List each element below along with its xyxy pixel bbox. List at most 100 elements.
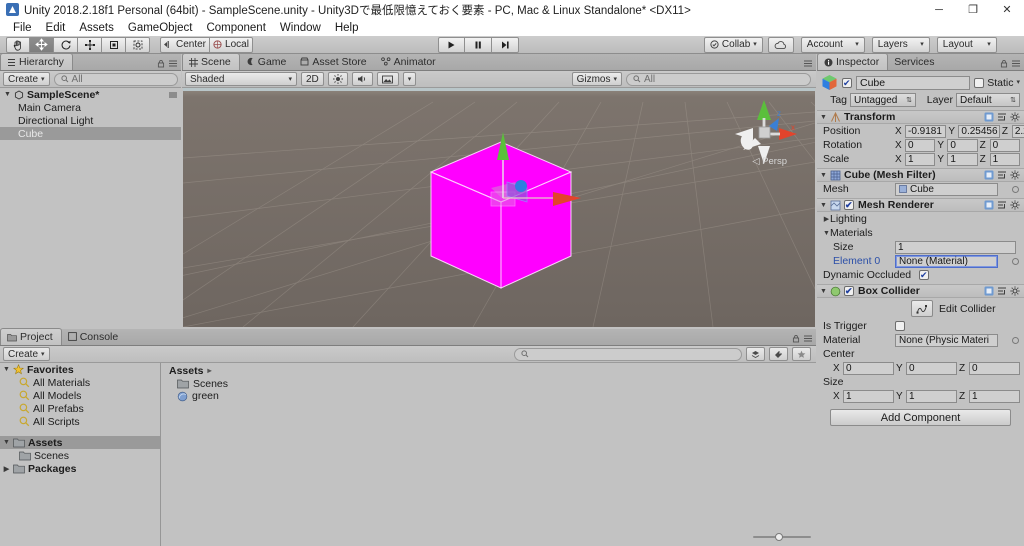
slider-knob[interactable] [775, 533, 783, 541]
tab-services[interactable]: Services [888, 53, 942, 70]
rect-tool-button[interactable] [102, 36, 126, 53]
project-create-button[interactable]: Create ▾ [3, 347, 50, 361]
toggle-2d-button[interactable]: 2D [301, 72, 324, 86]
center-z-input[interactable]: 0 [969, 361, 1020, 375]
scene-audio-toggle[interactable] [351, 72, 373, 86]
move-tool-button[interactable] [30, 36, 54, 53]
layer-dropdown[interactable]: Default ⇅ [956, 93, 1020, 107]
favorites-filter-button[interactable] [792, 347, 811, 361]
menu-component[interactable]: Component [199, 21, 272, 35]
hierarchy-item-directional-light[interactable]: Directional Light [0, 114, 181, 127]
scene-projection-label[interactable]: ◁ Persp [752, 156, 787, 167]
is-trigger-checkbox[interactable] [895, 321, 905, 331]
mesh-renderer-enabled-checkbox[interactable] [844, 199, 854, 211]
tab-project[interactable]: Project [0, 328, 62, 345]
add-component-button[interactable]: Add Component [830, 409, 1011, 426]
step-button[interactable] [491, 36, 519, 53]
rotation-z-input[interactable]: 0 [989, 138, 1020, 152]
scale-x-input[interactable]: 1 [905, 152, 936, 166]
cloud-button[interactable] [767, 36, 794, 53]
filter-by-type-button[interactable] [746, 347, 765, 361]
hierarchy-scene-row[interactable]: ▼ SampleScene* [0, 88, 181, 101]
layout-button[interactable]: Layout ▾ [936, 36, 997, 53]
tree-item-assets[interactable]: ▼ Assets [0, 436, 160, 449]
mesh-filter-expand-icon[interactable]: ▼ [820, 172, 827, 179]
menu-assets[interactable]: Assets [72, 21, 121, 35]
mesh-renderer-lighting-row[interactable]: ▶ Lighting [817, 212, 1024, 226]
object-name-input[interactable]: Cube [856, 75, 971, 90]
pause-button[interactable] [464, 36, 492, 53]
tree-item-favorites[interactable]: ▼ Favorites [0, 363, 160, 376]
mesh-renderer-expand-icon[interactable]: ▼ [820, 202, 827, 209]
component-header-mesh-renderer[interactable]: ▼ Mesh Renderer [817, 198, 1024, 212]
hierarchy-search-input[interactable]: All [53, 72, 178, 86]
position-z-input[interactable]: 2.27240 [1011, 124, 1024, 138]
tree-item-all-materials[interactable]: All Materials [0, 376, 160, 389]
breadcrumb-assets[interactable]: Assets [169, 365, 203, 377]
filter-by-label-button[interactable] [769, 347, 788, 361]
box-collider-expand-icon[interactable]: ▼ [820, 288, 827, 295]
draw-mode-dropdown[interactable]: Shaded ▾ [185, 72, 297, 86]
menu-file[interactable]: File [6, 21, 39, 35]
transform-tool-button[interactable] [126, 36, 150, 53]
close-button[interactable]: ✕ [990, 0, 1024, 19]
tab-console[interactable]: Console [62, 328, 127, 345]
element0-object-field[interactable]: None (Material) [895, 254, 998, 268]
asset-item-scenes[interactable]: Scenes [162, 378, 816, 390]
scale-tool-button[interactable] [78, 36, 102, 53]
scale-y-input[interactable]: 1 [947, 152, 978, 166]
hierarchy-item-main-camera[interactable]: Main Camera [0, 101, 181, 114]
hand-tool-button[interactable] [6, 36, 30, 53]
dynamic-occluded-checkbox[interactable] [919, 269, 929, 281]
hierarchy-item-cube[interactable]: Cube [0, 127, 181, 140]
play-button[interactable] [437, 36, 465, 53]
scene-fx-dropdown[interactable]: ▾ [402, 72, 417, 86]
maximize-restore-button[interactable]: ❐ [956, 0, 990, 19]
materials-size-input[interactable]: 1 [895, 240, 1016, 254]
position-y-input[interactable]: 0.25456 [958, 124, 1000, 138]
lighting-expand-icon[interactable]: ▶ [823, 215, 830, 223]
component-header-mesh-filter[interactable]: ▼ Cube (Mesh Filter) [817, 168, 1024, 182]
tab-game[interactable]: Game [240, 53, 295, 70]
component-header-transform[interactable]: ▼ Transform [817, 110, 1024, 124]
scene-cube-object[interactable] [403, 116, 603, 306]
favorites-expand-icon[interactable]: ▼ [3, 366, 10, 373]
asset-item-green[interactable]: green [162, 390, 816, 402]
element0-picker-icon[interactable] [1012, 257, 1019, 265]
static-toggle[interactable]: Static ▾ [974, 77, 1020, 89]
packages-expand-icon[interactable]: ▶ [3, 465, 10, 473]
scene-fx-toggle[interactable] [376, 72, 399, 86]
scale-z-input[interactable]: 1 [989, 152, 1020, 166]
minimize-button[interactable]: ─ [922, 0, 956, 19]
object-enabled-checkbox[interactable] [842, 77, 852, 89]
tree-item-packages[interactable]: ▶ Packages [0, 462, 160, 475]
rotation-x-input[interactable]: 0 [905, 138, 936, 152]
menu-edit[interactable]: Edit [39, 21, 73, 35]
project-search-input[interactable] [514, 347, 742, 361]
account-button[interactable]: Account ▾ [800, 36, 865, 53]
box-collider-enabled-checkbox[interactable] [844, 285, 854, 297]
hierarchy-create-button[interactable]: Create ▾ [3, 72, 50, 86]
layers-button[interactable]: Layers ▾ [871, 36, 930, 53]
component-header-box-collider[interactable]: ▼ Box Collider [817, 284, 1024, 298]
asset-size-slider[interactable] [753, 531, 811, 543]
size-x-input[interactable]: 1 [843, 389, 894, 403]
edit-collider-button[interactable] [911, 300, 933, 317]
tree-item-scenes[interactable]: Scenes [0, 449, 160, 462]
center-y-input[interactable]: 0 [906, 361, 957, 375]
tag-dropdown[interactable]: Untagged ⇅ [850, 93, 916, 107]
tab-scene[interactable]: Scene [182, 53, 240, 70]
scene-search-input[interactable]: All [626, 72, 811, 86]
gizmos-dropdown[interactable]: Gizmos ▾ [571, 72, 622, 86]
center-x-input[interactable]: 0 [843, 361, 894, 375]
tree-item-all-models[interactable]: All Models [0, 389, 160, 402]
menu-window[interactable]: Window [273, 21, 328, 35]
mesh-picker-icon[interactable] [1012, 185, 1019, 193]
scene-lighting-toggle[interactable] [327, 72, 348, 86]
collab-button[interactable]: Collab ▾ [703, 36, 763, 53]
tree-item-all-prefabs[interactable]: All Prefabs [0, 402, 160, 415]
rotate-tool-button[interactable] [54, 36, 78, 53]
pivot-mode-button[interactable]: Center [160, 36, 211, 53]
menu-help[interactable]: Help [328, 21, 366, 35]
size-y-input[interactable]: 1 [906, 389, 957, 403]
